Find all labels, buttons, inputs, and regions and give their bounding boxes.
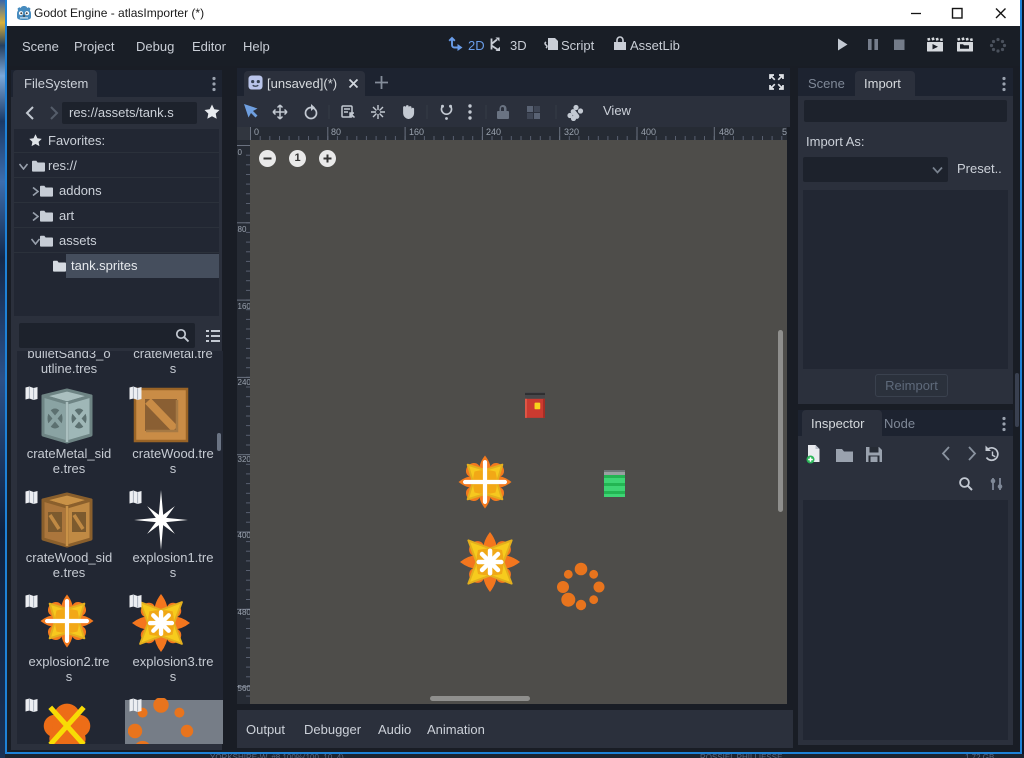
svg-text:320: 320	[564, 127, 579, 137]
svg-text:80: 80	[331, 127, 341, 137]
svg-text:3D: 3D	[510, 38, 527, 53]
svg-text:160: 160	[409, 127, 424, 137]
svg-text:80: 80	[238, 225, 247, 234]
svg-text:Script: Script	[561, 38, 595, 53]
svg-text:320: 320	[238, 455, 251, 464]
svg-text:0: 0	[254, 127, 259, 137]
svg-text:400: 400	[641, 127, 656, 137]
svg-text:160: 160	[238, 302, 251, 311]
svg-text:2D: 2D	[468, 38, 485, 53]
svg-text:0: 0	[238, 148, 243, 157]
svg-text:400: 400	[238, 531, 251, 540]
svg-text:AssetLib: AssetLib	[630, 38, 680, 53]
svg-text:240: 240	[238, 378, 251, 387]
svg-text:560: 560	[782, 127, 787, 137]
svg-text:480: 480	[719, 127, 734, 137]
svg-text:560: 560	[238, 684, 251, 693]
svg-text:240: 240	[486, 127, 501, 137]
svg-text:480: 480	[238, 608, 251, 617]
